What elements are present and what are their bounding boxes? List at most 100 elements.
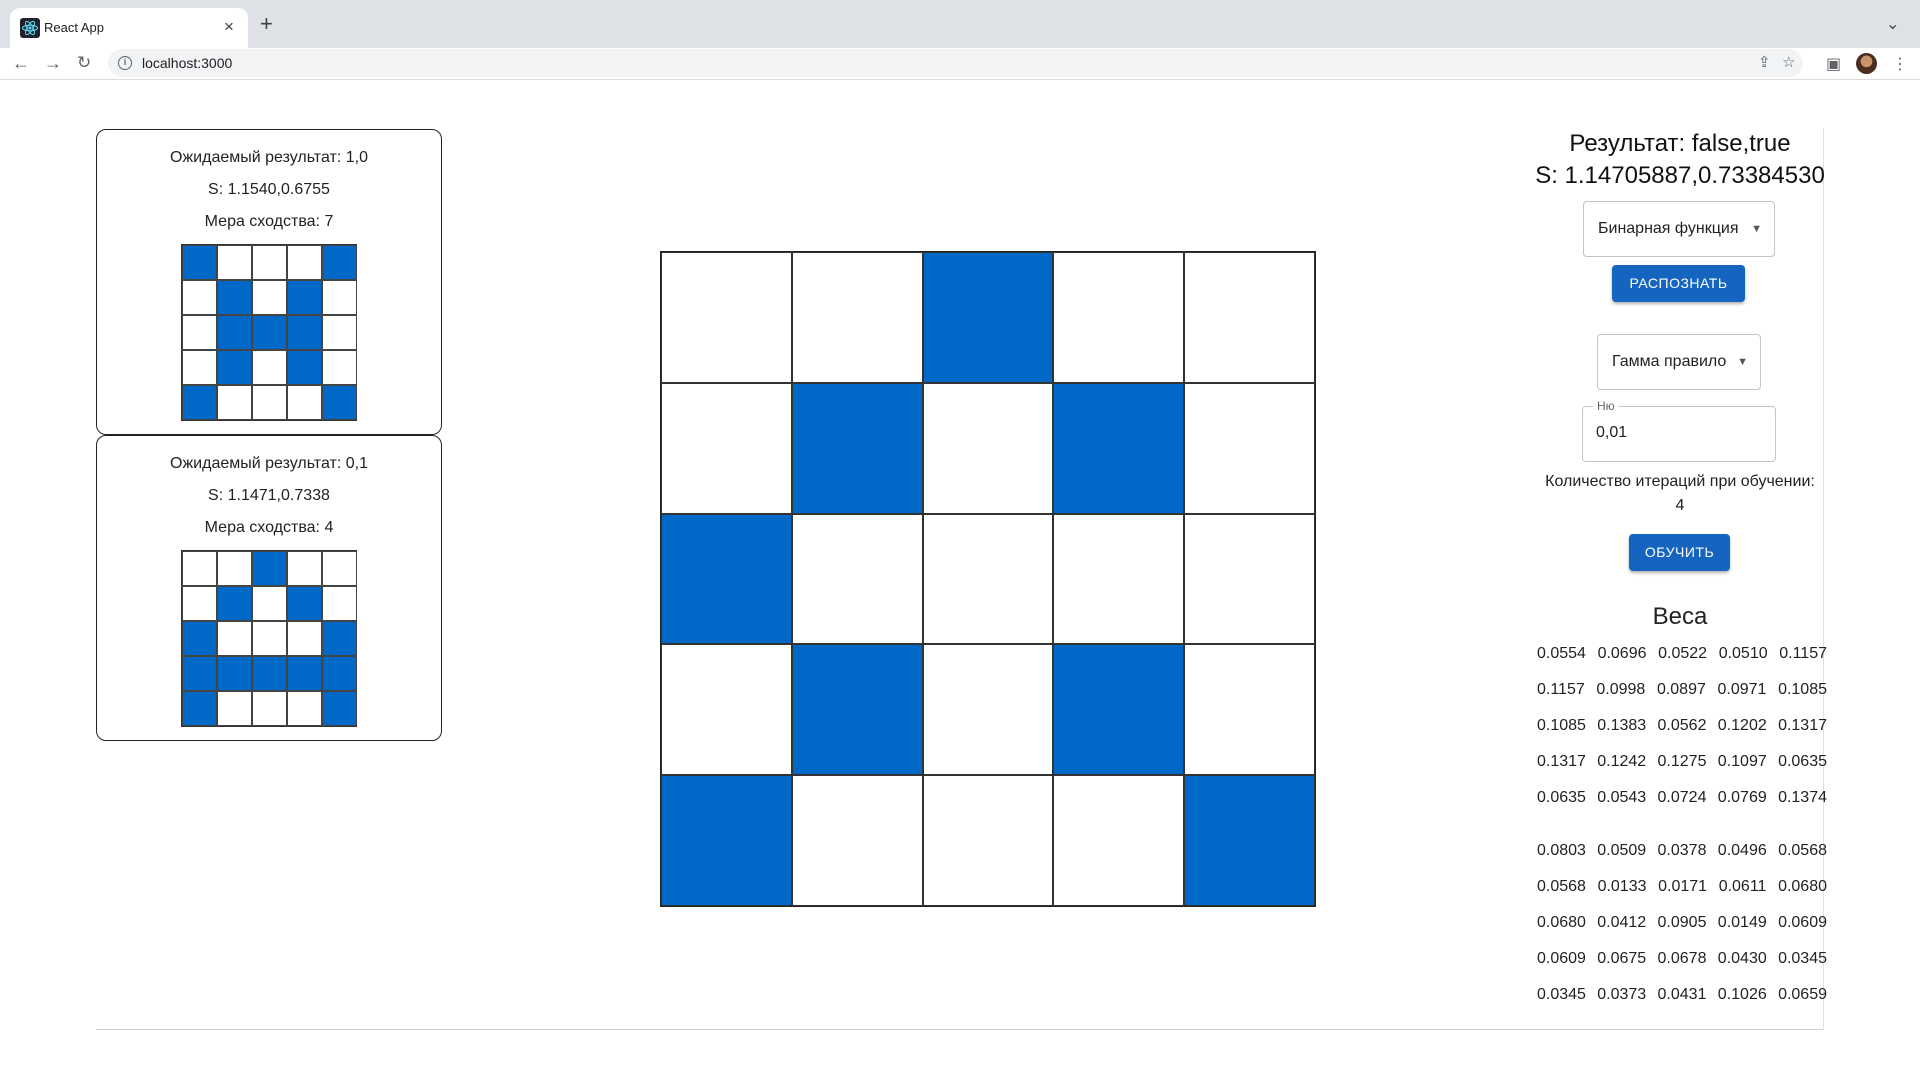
nu-input-field[interactable]: Ню 0,01 xyxy=(1582,399,1776,462)
react-logo-icon xyxy=(20,18,40,38)
drawing-cell-empty[interactable] xyxy=(1053,513,1185,645)
browser-tab[interactable]: React App × xyxy=(10,8,248,48)
drawing-cell-empty[interactable] xyxy=(1053,252,1185,383)
grid-cell-filled xyxy=(322,656,357,691)
weights-row: 0.0609 0.0675 0.0678 0.0430 0.0345 xyxy=(1537,941,1827,977)
weight-value: 0.0678 xyxy=(1657,950,1707,967)
dropdown-caret-icon: ▼ xyxy=(1751,223,1762,235)
drawing-cell-filled[interactable] xyxy=(1053,644,1185,776)
drawing-cell-empty[interactable] xyxy=(1184,382,1315,514)
drawing-cell-empty[interactable] xyxy=(791,513,923,645)
s-value: S: 1.1540,0.6755 xyxy=(208,181,330,198)
grid-cell-empty xyxy=(252,350,287,385)
drawing-cell-empty[interactable] xyxy=(661,644,792,776)
profile-avatar[interactable] xyxy=(1856,53,1877,74)
drawing-cell-empty[interactable] xyxy=(791,775,923,906)
weight-value: 0.0373 xyxy=(1597,986,1647,1003)
forward-icon[interactable]: → xyxy=(44,50,62,76)
weight-value: 0.0554 xyxy=(1537,645,1586,662)
drawing-cell-empty[interactable] xyxy=(922,382,1054,514)
weights-table-2: 0.0803 0.0509 0.0378 0.0496 0.0568 0.0568 0.01… xyxy=(1537,833,1827,1013)
grid-cell-empty xyxy=(287,385,322,420)
weight-value: 0.0568 xyxy=(1778,842,1827,859)
weight-value: 0.0522 xyxy=(1658,645,1708,662)
weight-value: 0.0568 xyxy=(1537,878,1586,895)
drawing-cell-empty[interactable] xyxy=(922,513,1054,645)
grid-cell-filled xyxy=(252,551,287,586)
weight-value: 0.0998 xyxy=(1596,681,1646,698)
train-button[interactable]: ОБУЧИТЬ xyxy=(1629,534,1730,571)
weight-value: 0.0509 xyxy=(1597,842,1647,859)
grid-cell-empty xyxy=(217,621,252,656)
weight-value: 0.0635 xyxy=(1778,753,1827,770)
address-bar[interactable]: i localhost:3000 ⇪ ☆ xyxy=(108,49,1803,77)
grid-cell-filled xyxy=(252,656,287,691)
grid-cell-empty xyxy=(252,621,287,656)
new-tab-icon[interactable]: + xyxy=(260,12,273,36)
weight-value: 0.1097 xyxy=(1717,753,1767,770)
weight-value: 0.0803 xyxy=(1537,842,1586,859)
weight-value: 0.0611 xyxy=(1718,878,1767,895)
function-select[interactable]: Бинарная функция ▼ xyxy=(1583,201,1775,257)
s-value: S: 1.1471,0.7338 xyxy=(208,487,330,504)
weight-value: 0.0496 xyxy=(1717,842,1767,859)
grid-cell-filled xyxy=(287,280,322,315)
recognize-button[interactable]: РАСПОЗНАТЬ xyxy=(1612,265,1745,302)
drawing-cell-empty[interactable] xyxy=(791,252,923,383)
drawing-cell-empty[interactable] xyxy=(661,382,792,514)
weight-value: 0.0971 xyxy=(1717,681,1767,698)
grid-cell-empty xyxy=(217,551,252,586)
similarity-measure: Мера сходства: 7 xyxy=(204,213,334,230)
grid-cell-empty xyxy=(287,551,322,586)
drawing-cell-empty[interactable] xyxy=(1184,513,1315,645)
weight-value: 0.0635 xyxy=(1537,789,1586,806)
grid-cell-empty xyxy=(217,245,252,280)
bookmark-star-icon[interactable]: ☆ xyxy=(1782,53,1795,71)
control-panel: Результат: false,true S: 1.14705887,0.73… xyxy=(1520,128,1840,192)
drawing-cell-empty[interactable] xyxy=(922,644,1054,776)
tab-search-chevron-icon[interactable]: ⌄ xyxy=(1886,14,1899,34)
weights-table-1: 0.0554 0.0696 0.0522 0.0510 0.1157 0.1157 0.09… xyxy=(1537,636,1827,816)
drawing-cell-empty[interactable] xyxy=(922,775,1054,906)
share-icon[interactable]: ⇪ xyxy=(1758,53,1771,71)
pattern-grid-1 xyxy=(181,244,357,421)
grid-cell-filled xyxy=(182,656,217,691)
grid-cell-filled xyxy=(182,385,217,420)
drawing-cell-filled[interactable] xyxy=(1053,382,1185,514)
back-icon[interactable]: ← xyxy=(12,50,30,76)
weight-value: 0.0905 xyxy=(1657,914,1707,931)
weight-value: 0.0609 xyxy=(1537,950,1586,967)
drawing-cell-empty[interactable] xyxy=(1184,644,1315,776)
grid-cell-filled xyxy=(287,350,322,385)
drawing-cell-filled[interactable] xyxy=(791,382,923,514)
browser-menu-icon[interactable]: ⋮ xyxy=(1892,54,1908,74)
drawing-cell-filled[interactable] xyxy=(791,644,923,776)
drawing-cell-filled[interactable] xyxy=(1184,775,1315,906)
grid-cell-filled xyxy=(182,621,217,656)
grid-cell-filled xyxy=(217,280,252,315)
drawing-cell-filled[interactable] xyxy=(922,252,1054,383)
grid-cell-filled xyxy=(322,691,357,726)
grid-cell-empty xyxy=(322,586,357,621)
reload-icon[interactable]: ↻ xyxy=(77,50,91,76)
grid-cell-empty xyxy=(287,245,322,280)
nu-input[interactable]: 0,01 xyxy=(1596,424,1627,442)
weight-value: 0.0412 xyxy=(1597,914,1647,931)
drawing-cell-empty[interactable] xyxy=(1184,252,1315,383)
weight-value: 0.0345 xyxy=(1778,950,1827,967)
drawing-cell-filled[interactable] xyxy=(661,513,792,645)
grid-cell-empty xyxy=(322,551,357,586)
pattern-grid-2 xyxy=(181,550,357,727)
url-text[interactable]: localhost:3000 xyxy=(142,55,232,71)
weights-row: 0.0568 0.0133 0.0171 0.0611 0.0680 xyxy=(1537,869,1827,905)
learning-rule-select[interactable]: Гамма правило ▼ xyxy=(1597,334,1761,390)
drawing-cell-filled[interactable] xyxy=(661,775,792,906)
tab-close-icon[interactable]: × xyxy=(224,17,234,37)
grid-cell-empty xyxy=(287,621,322,656)
weight-value: 0.1157 xyxy=(1537,681,1585,698)
site-info-icon[interactable]: i xyxy=(118,56,132,70)
side-panel-icon[interactable]: ▣ xyxy=(1826,54,1841,74)
drawing-cell-empty[interactable] xyxy=(661,252,792,383)
weight-value: 0.1085 xyxy=(1537,717,1586,734)
drawing-cell-empty[interactable] xyxy=(1053,775,1185,906)
